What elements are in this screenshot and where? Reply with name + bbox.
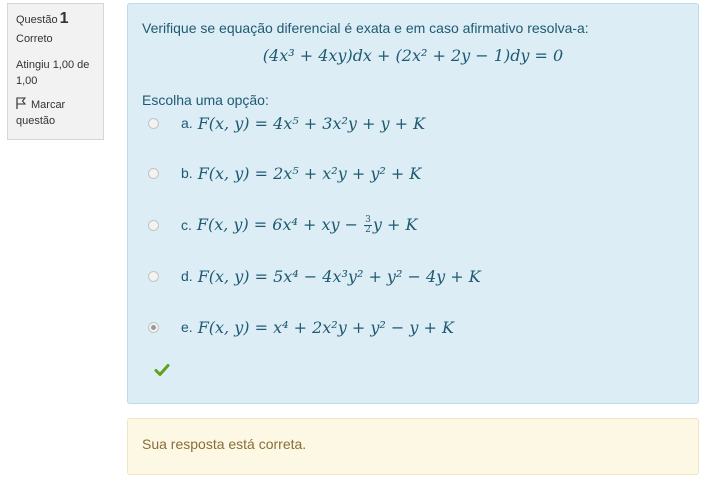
question-number: Questão 1 <box>16 10 69 27</box>
option-a-radio[interactable] <box>148 117 159 129</box>
answer-option-d[interactable]: d. F(x, y) = 5x⁴ − 4x³y² + y² − 4y + K <box>148 264 481 288</box>
option-d-formula: F(x, y) = 5x⁴ − 4x³y² + y² − 4y + K <box>197 266 481 286</box>
option-c-radio[interactable] <box>148 219 159 231</box>
question-state: Correto <box>16 33 53 45</box>
option-a-formula: F(x, y) = 4x⁵ + 3x²y + y + K <box>197 113 426 133</box>
choose-option-prompt: Escolha uma opção: <box>142 92 269 108</box>
option-a-letter: a. <box>181 115 193 131</box>
option-d-radio[interactable] <box>148 270 159 282</box>
question-grade: Atingiu 1,00 de 1,00 <box>16 59 90 87</box>
question-equation: (4x³ + 4xy)dx + (2x² + 2y − 1)dy = 0 <box>262 46 564 65</box>
option-c-letter: c. <box>181 217 192 233</box>
answer-option-b[interactable]: b. F(x, y) = 2x⁵ + x²y + y² + K <box>148 161 421 185</box>
option-b-radio[interactable] <box>148 167 159 179</box>
fraction: 32 <box>364 215 372 235</box>
option-d-letter: d. <box>181 268 193 284</box>
question-formulation: Verifique se equação diferencial é exata… <box>127 3 699 404</box>
feedback-text: Sua resposta está correta. <box>142 436 307 452</box>
option-b-formula: F(x, y) = 2x⁵ + x²y + y² + K <box>197 163 422 183</box>
option-c-formula: F(x, y) = 6x⁴ + xy − 32y + K <box>196 215 418 235</box>
option-e-radio[interactable] <box>148 321 159 333</box>
flag-icon <box>16 97 26 109</box>
answer-option-c[interactable]: c. F(x, y) = 6x⁴ + xy − 32y + K <box>148 213 417 237</box>
checkmark-icon <box>154 364 170 376</box>
answer-option-a[interactable]: a. F(x, y) = 4x⁵ + 3x²y + y + K <box>148 111 425 135</box>
question-info-panel: Questão 1 Correto Atingiu 1,00 de 1,00 Ma… <box>7 3 104 140</box>
flag-question-link[interactable]: Marcar questão <box>16 97 103 129</box>
option-e-formula: F(x, y) = x⁴ + 2x²y + y² − y + K <box>197 317 454 337</box>
answer-option-e[interactable]: e. F(x, y) = x⁴ + 2x²y + y² − y + K <box>148 315 454 339</box>
feedback-box: Sua resposta está correta. <box>127 418 699 475</box>
option-e-letter: e. <box>181 319 193 335</box>
question-text: Verifique se equação diferencial é exata… <box>142 20 589 36</box>
option-b-letter: b. <box>181 165 193 181</box>
